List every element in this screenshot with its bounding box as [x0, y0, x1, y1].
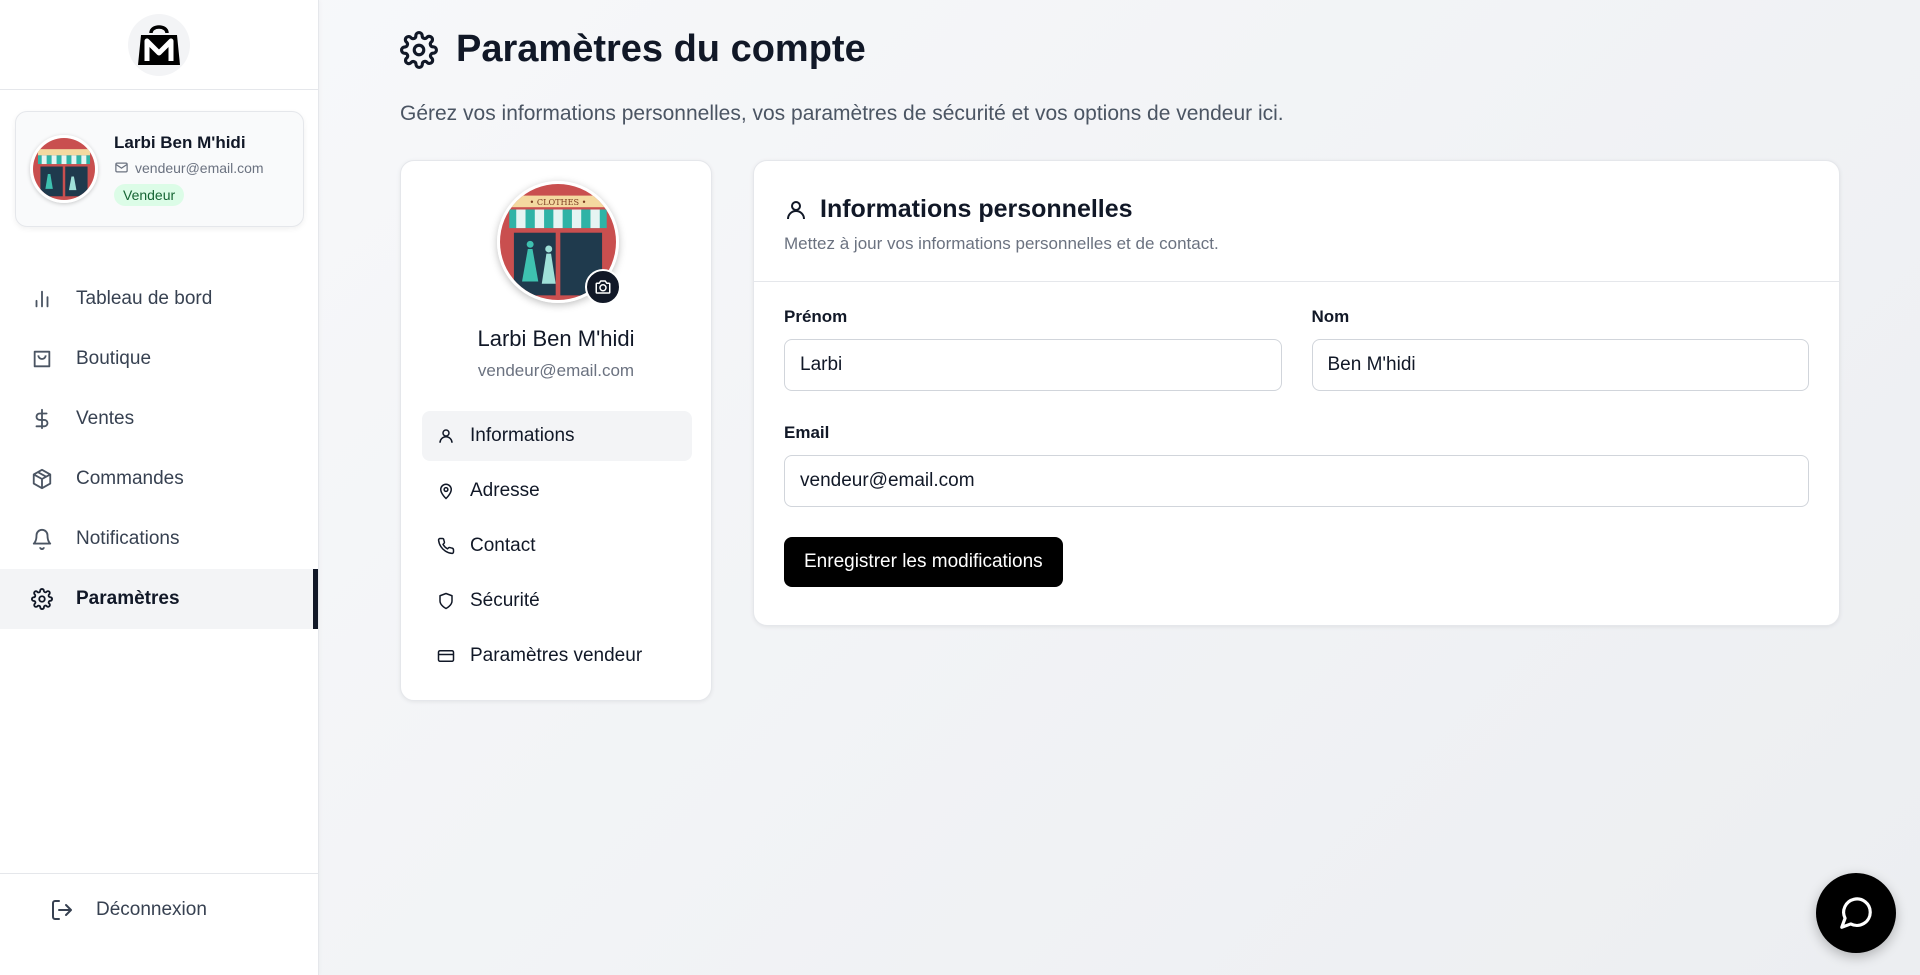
- settings-nav-card: • CLOTHES • Larbi Ben M'hidi vendeur@ema…: [400, 160, 712, 701]
- page-header: Paramètres du compte: [400, 28, 866, 71]
- last-name-field[interactable]: [1311, 339, 1809, 391]
- settings-tab-adresse[interactable]: Adresse: [422, 466, 692, 516]
- role-badge: Vendeur: [114, 183, 185, 206]
- save-changes-button[interactable]: Enregistrer les modifications: [784, 537, 1063, 587]
- phone-icon: [436, 536, 456, 556]
- sidebar-item-label: Notifications: [76, 528, 180, 549]
- settings-tab-label: Informations: [470, 425, 575, 446]
- package-icon: [30, 467, 54, 491]
- settings-tab-label: Paramètres vendeur: [470, 645, 643, 666]
- sidebar-item-ventes[interactable]: Ventes: [0, 389, 318, 449]
- chat-bubble-icon: [1840, 897, 1872, 929]
- dollar-icon: [30, 407, 54, 431]
- change-avatar-button[interactable]: [585, 269, 621, 305]
- personal-info-title: Informations personnelles: [820, 195, 1133, 223]
- settings-menu: Informations Adresse Contact Sécurité Pa…: [422, 411, 692, 686]
- map-pin-icon: [436, 481, 456, 501]
- sidebar: Larbi Ben M'hidi vendeur@email.com Vende…: [0, 0, 319, 975]
- camera-icon: [595, 280, 611, 294]
- logo-area: [0, 0, 318, 90]
- profile-email: vendeur@email.com: [135, 159, 264, 176]
- sidebar-item-label: Boutique: [76, 348, 152, 369]
- shield-icon: [436, 591, 456, 611]
- card-user-name: Larbi Ben M'hidi: [477, 326, 635, 351]
- shopping-bag-m-logo-icon: [138, 24, 180, 65]
- sidebar-nav: Tableau de bord Boutique Ventes Commande…: [0, 269, 318, 629]
- settings-tab-securite[interactable]: Sécurité: [422, 576, 692, 626]
- page-subtitle: Gérez vos informations personnelles, vos…: [400, 102, 1284, 125]
- bell-icon: [30, 527, 54, 551]
- sidebar-item-notifications[interactable]: Notifications: [0, 509, 318, 569]
- first-name-field[interactable]: [784, 339, 1282, 391]
- profile-name: Larbi Ben M'hidi: [114, 132, 246, 152]
- svg-text:• CLOTHES •: • CLOTHES •: [530, 197, 587, 207]
- profile-email-row: vendeur@email.com: [114, 160, 264, 176]
- sidebar-item-boutique[interactable]: Boutique: [0, 329, 318, 389]
- personal-info-description: Mettez à jour vos informations personnel…: [784, 234, 1219, 253]
- sidebar-item-label: Ventes: [76, 408, 135, 429]
- settings-tab-informations[interactable]: Informations: [422, 411, 692, 461]
- sidebar-item-label: Paramètres: [76, 588, 180, 609]
- settings-tab-parametres-vendeur[interactable]: Paramètres vendeur: [422, 631, 692, 681]
- shopping-bag-icon: [30, 347, 54, 371]
- last-name-label: Nom: [1311, 307, 1350, 326]
- mail-icon: [115, 162, 128, 173]
- page-title: Paramètres du compte: [456, 28, 866, 70]
- personal-info-form: Prénom Nom Email Enregistrer les modific…: [784, 307, 1809, 587]
- user-icon: [787, 200, 805, 219]
- gear-icon: [400, 30, 438, 69]
- logout-label: Déconnexion: [96, 899, 207, 920]
- logout-icon: [52, 900, 72, 920]
- settings-tab-label: Sécurité: [470, 590, 540, 611]
- store-avatar-image: [33, 138, 95, 200]
- settings-tab-contact[interactable]: Contact: [422, 521, 692, 571]
- sidebar-item-label: Commandes: [76, 468, 184, 489]
- avatar-upload: • CLOTHES •: [497, 181, 621, 305]
- sidebar-item-commandes[interactable]: Commandes: [0, 449, 318, 509]
- credit-card-icon: [436, 646, 456, 666]
- personal-info-header: Informations personnelles Mettez à jour …: [754, 161, 1839, 282]
- logout-button[interactable]: Déconnexion: [50, 898, 207, 922]
- settings-tab-label: Adresse: [470, 480, 540, 501]
- personal-info-title-row: Informations personnelles: [784, 195, 1809, 224]
- gear-icon: [30, 587, 54, 611]
- settings-tab-label: Contact: [470, 535, 536, 556]
- personal-info-card: Informations personnelles Mettez à jour …: [753, 160, 1840, 626]
- sidebar-item-parametres[interactable]: Paramètres: [0, 569, 318, 629]
- sidebar-item-tableau-de-bord[interactable]: Tableau de bord: [0, 269, 318, 329]
- sidebar-item-label: Tableau de bord: [76, 288, 213, 309]
- user-profile-card[interactable]: Larbi Ben M'hidi vendeur@email.com Vende…: [15, 111, 304, 227]
- email-field[interactable]: [784, 455, 1809, 507]
- user-icon: [436, 426, 456, 446]
- first-name-label: Prénom: [784, 307, 848, 326]
- logout-area: Déconnexion: [0, 873, 318, 975]
- avatar: [30, 135, 98, 203]
- chat-button[interactable]: [1816, 873, 1896, 953]
- card-user-email: vendeur@email.com: [477, 361, 635, 380]
- email-label: Email: [784, 423, 830, 442]
- bar-chart-icon: [30, 287, 54, 311]
- brand-logo[interactable]: [128, 13, 190, 76]
